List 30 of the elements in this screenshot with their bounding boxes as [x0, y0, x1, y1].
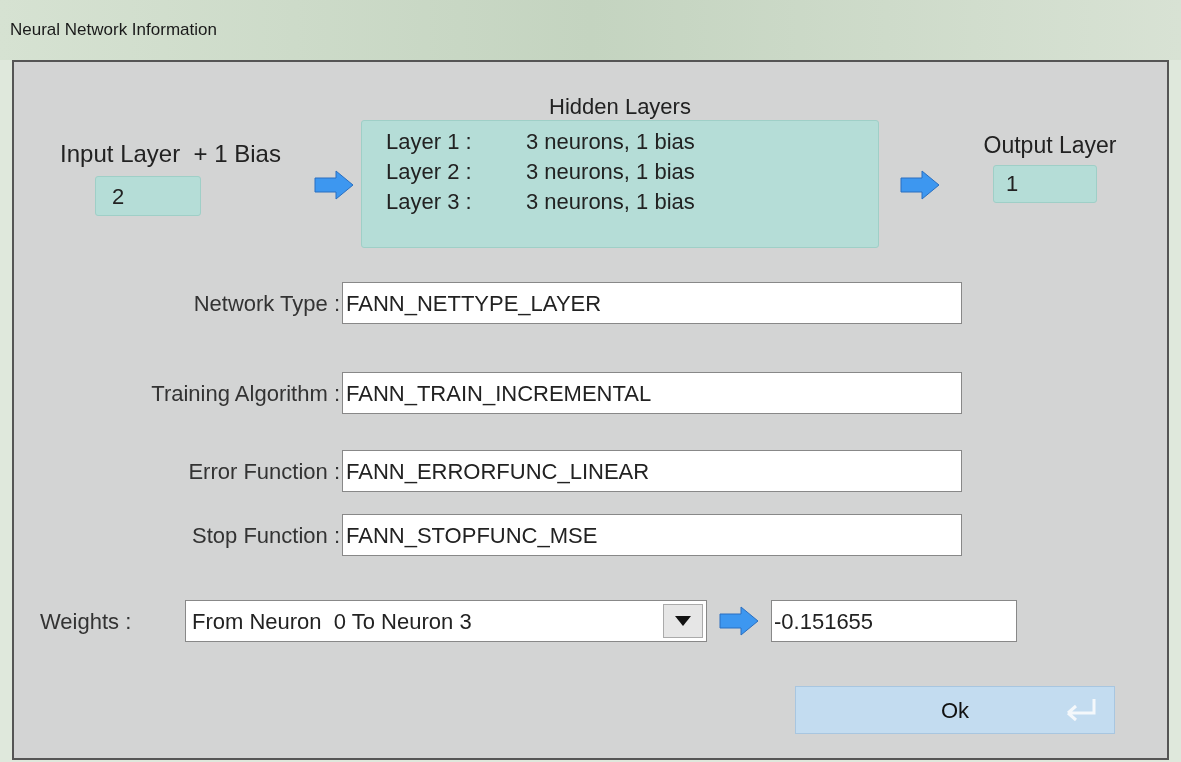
layer-description: 3 neurons, 1 bias [526, 188, 695, 216]
caret-icon [675, 616, 691, 626]
field-label: Network Type : [192, 289, 341, 318]
layer-name: Layer 1 : [386, 128, 473, 156]
weights-dropdown[interactable]: From Neuron 0 To Neuron 3 [185, 600, 707, 642]
input-layer-label: Input Layer + 1 Bias [60, 139, 281, 169]
field-label: Training Algorithm : [150, 379, 341, 408]
layer-description: 3 neurons, 1 bias [526, 158, 695, 186]
layer-description: 3 neurons, 1 bias [526, 128, 695, 156]
weights-label: Weights : [40, 607, 133, 636]
field-label: Error Function : [187, 457, 341, 486]
dropdown-value: From Neuron 0 To Neuron 3 [192, 607, 473, 636]
dropdown-button[interactable] [663, 604, 703, 638]
hidden-layers-title: Hidden Layers [549, 93, 691, 120]
weight-value-field[interactable]: -0.151655 [771, 600, 1017, 642]
input-layer-count: 2 [95, 176, 201, 216]
output-layer-count: 1 [993, 164, 1097, 203]
layer-name: Layer 3 : [386, 188, 473, 216]
ok-button[interactable]: Ok [795, 686, 1115, 734]
right-arrow-icon [314, 170, 354, 200]
field-label: Stop Function : [191, 521, 341, 550]
value-field[interactable]: FANN_NETTYPE_LAYER [342, 282, 962, 324]
window-title: Neural Network Information [10, 19, 217, 42]
value-field[interactable]: FANN_STOPFUNC_MSE [342, 514, 962, 556]
value-field[interactable]: FANN_TRAIN_INCREMENTAL [342, 372, 962, 414]
value-field[interactable]: FANN_ERRORFUNC_LINEAR [342, 450, 962, 492]
layer-name: Layer 2 : [386, 158, 473, 186]
right-arrow-icon [900, 170, 940, 200]
right-arrow-icon [719, 606, 759, 636]
output-layer-label: Output Layer [983, 131, 1117, 160]
